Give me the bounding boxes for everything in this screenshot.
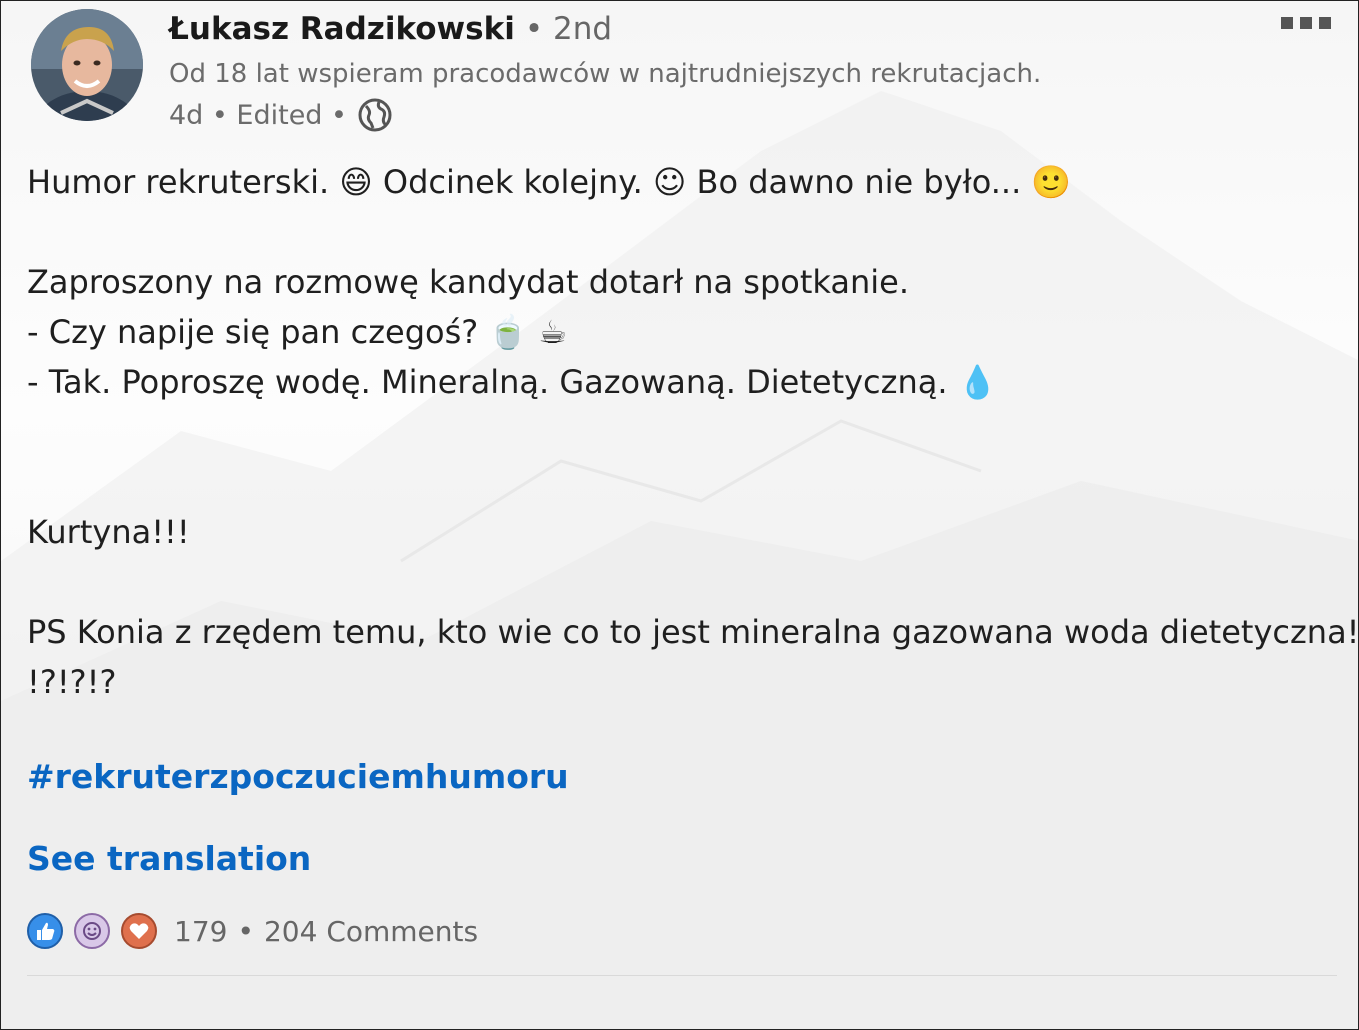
post-card: Łukasz Radzikowski • 2nd Od 18 lat wspier… <box>0 0 1359 1030</box>
see-translation-button[interactable]: See translation <box>27 839 311 878</box>
post-line: !?!?!? <box>27 663 117 701</box>
grinning-emoji-icon: 😄 <box>339 163 373 201</box>
separator-dot: • <box>237 914 254 948</box>
post-meta: 4d • Edited • <box>169 97 393 133</box>
social-counts[interactable]: 179 • 204 Comments <box>27 913 478 949</box>
smiling-emoji-icon: ☺ <box>652 163 687 201</box>
tea-emoji-icon: 🍵 <box>488 313 529 351</box>
more-options-icon[interactable] <box>1281 17 1331 29</box>
funny-icon <box>74 913 110 949</box>
author-headline: Od 18 lat wspieram pracodawców w najtrud… <box>169 59 1042 89</box>
post-line: - Czy napije się pan czegoś? 🍵 ☕ <box>27 313 568 351</box>
post-time-edited: 4d • Edited • <box>169 99 347 131</box>
author-name[interactable]: Łukasz Radzikowski • 2nd <box>169 11 612 47</box>
coffee-emoji-icon: ☕ <box>538 313 568 351</box>
post-body: Humor rekruterski. 😄 Odcinek kolejny. ☺ … <box>27 157 1359 707</box>
like-icon <box>27 913 63 949</box>
globe-icon <box>357 97 393 133</box>
post-line: - Tak. Poproszę wodę. Mineralną. Gazowan… <box>27 363 998 401</box>
droplet-emoji-icon: 💧 <box>957 363 998 401</box>
divider <box>27 975 1337 976</box>
hashtag-link[interactable]: #rekruterzpoczuciemhumoru <box>27 757 569 796</box>
connection-degree: • 2nd <box>524 11 613 47</box>
post-line: PS Konia z rzędem temu, kto wie co to je… <box>27 613 1359 651</box>
comments-count[interactable]: 204 Comments <box>264 915 478 948</box>
post-line: Zaproszony na rozmowę kandydat dotarł na… <box>27 263 909 301</box>
love-icon <box>121 913 157 949</box>
slight-smile-emoji-icon: 🙂 <box>1031 163 1072 201</box>
author-avatar[interactable] <box>31 9 143 121</box>
reaction-count[interactable]: 179 <box>174 915 227 948</box>
post-line: Humor rekruterski. 😄 Odcinek kolejny. ☺ … <box>27 163 1072 201</box>
post-line: Kurtyna!!! <box>27 513 190 551</box>
author-name-text[interactable]: Łukasz Radzikowski <box>169 11 515 47</box>
